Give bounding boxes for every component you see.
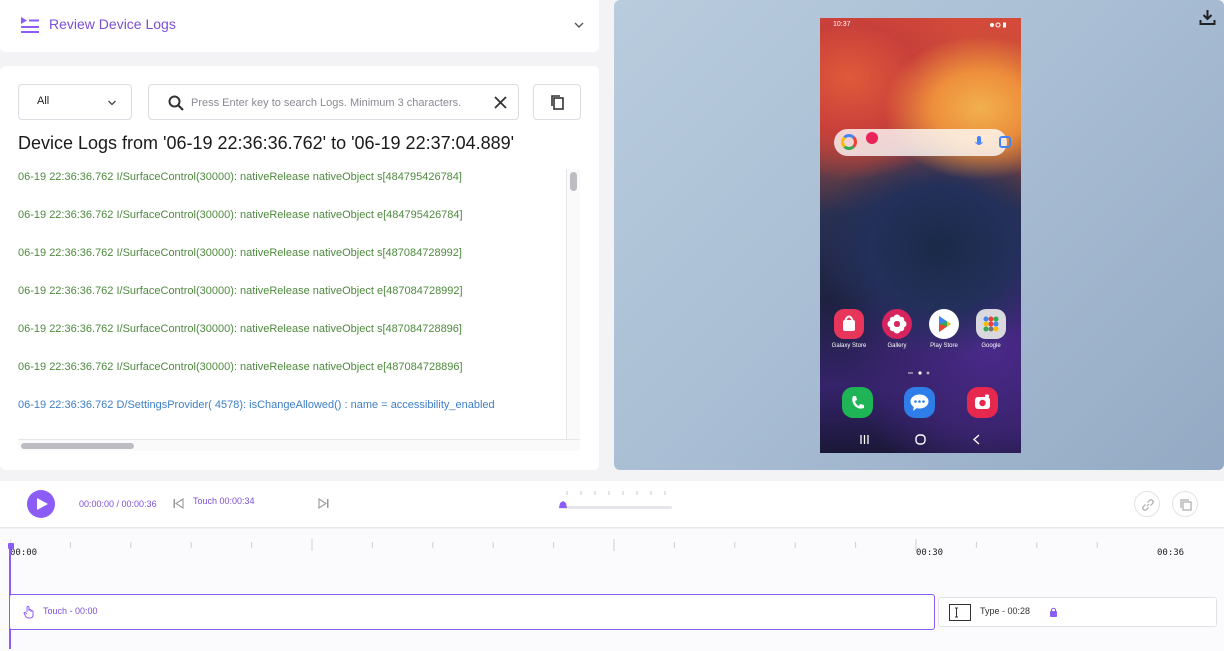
app-play-store[interactable]: Play Store — [926, 309, 962, 349]
copy-icon — [1180, 499, 1192, 511]
playback-bar: 00:00:00 / 00:00:36 Touch 00:00:34 — [0, 481, 1224, 528]
time-ruler: 00:00 00:30 00:36 — [9, 539, 1215, 561]
device-logs-panel: All Device Logs from '06-19 22:36:36.762… — [0, 66, 599, 470]
app-google-folder[interactable]: Google — [973, 309, 1009, 349]
vertical-scrollbar[interactable] — [566, 169, 580, 439]
event-timeline[interactable]: 00:00 00:30 00:36 Touch - 00:00 Type - 0… — [0, 529, 1224, 651]
time-label: 00:36 — [1157, 548, 1185, 558]
duplicate-button[interactable] — [1172, 491, 1198, 517]
playhead-handle[interactable] — [8, 543, 14, 549]
hand-pointer-icon — [23, 605, 34, 619]
panel-title: Review Device Logs — [49, 16, 176, 32]
log-line: 06-19 22:36:36.762 I/SurfaceControl(3000… — [18, 247, 462, 259]
app-label: Play Store — [930, 343, 958, 349]
log-list[interactable]: 06-19 22:36:36.762 I/SurfaceControl(3000… — [18, 171, 567, 439]
log-line: 06-19 22:36:36.762 D/SettingsProvider( 4… — [18, 399, 495, 411]
home-icon — [915, 434, 926, 445]
type-event-segment[interactable]: Type - 00:28 — [938, 597, 1217, 627]
chevron-down-icon[interactable] — [573, 19, 585, 31]
time-label: 00:30 — [916, 548, 944, 558]
log-line: 06-19 22:36:36.762 I/SurfaceControl(3000… — [18, 171, 462, 183]
recents-icon — [860, 435, 869, 444]
messages-icon[interactable] — [904, 387, 935, 418]
log-line: 06-19 22:36:36.762 I/SurfaceControl(3000… — [18, 323, 462, 335]
log-line: 06-19 22:36:36.762 I/SurfaceControl(3000… — [18, 361, 463, 373]
link-icon — [1142, 499, 1154, 511]
playback-scrubber[interactable] — [559, 489, 672, 513]
text-cursor-icon — [949, 604, 971, 621]
log-level-select[interactable]: All — [18, 84, 132, 120]
touch-event-segment[interactable]: Touch - 00:00 — [9, 594, 935, 630]
app-label: Galaxy Store — [831, 343, 867, 349]
play-store-icon — [929, 309, 959, 339]
download-icon[interactable] — [1199, 9, 1216, 26]
google-icon — [841, 134, 857, 150]
mic-icon[interactable] — [975, 136, 983, 148]
flower-icon — [882, 309, 912, 339]
playback-time: 00:00:00 / 00:00:36 — [79, 499, 157, 509]
battery-icon — [990, 22, 1006, 28]
log-line: 06-19 22:36:36.762 I/SurfaceControl(3000… — [18, 285, 463, 297]
app-gallery[interactable]: Gallery — [879, 309, 915, 349]
current-event-label: Touch 00:00:34 — [193, 496, 255, 506]
log-line: 06-19 22:36:36.762 I/SurfaceControl(3000… — [18, 209, 463, 221]
bag-icon — [834, 309, 864, 339]
previous-event-icon[interactable] — [173, 498, 184, 509]
google-folder-icon — [976, 309, 1006, 339]
play-icon — [37, 498, 48, 510]
android-nav-bar — [860, 434, 980, 445]
copy-link-button[interactable] — [1134, 491, 1160, 517]
horizontal-scrollbar[interactable] — [18, 439, 580, 451]
phone-icon[interactable] — [842, 387, 873, 418]
review-device-logs-header[interactable]: Review Device Logs — [0, 0, 599, 52]
copy-icon — [551, 95, 564, 110]
log-search-input[interactable] — [191, 93, 491, 113]
app-label: Gallery — [887, 343, 907, 349]
app-label: Google — [981, 343, 1001, 349]
logs-range-title: Device Logs from '06-19 22:36:36.762' to… — [18, 133, 515, 153]
touch-indicator — [866, 132, 878, 144]
ruler-ticks — [9, 539, 1098, 551]
lens-icon[interactable] — [999, 136, 1011, 148]
touch-event-label: Touch - 00:00 — [43, 606, 98, 616]
log-level-value: All — [37, 95, 50, 107]
time-label: 00:00 — [10, 548, 38, 558]
search-icon — [168, 95, 184, 111]
type-event-label: Type - 00:28 — [980, 606, 1031, 616]
chevron-down-icon — [108, 100, 116, 106]
device-screen[interactable]: 10:37 Galaxy Store Gallery Play Store Go… — [820, 18, 1021, 453]
play-button[interactable] — [27, 490, 55, 518]
log-search-box — [148, 84, 519, 120]
close-icon[interactable] — [493, 95, 508, 110]
next-event-icon[interactable] — [318, 498, 329, 509]
copy-logs-button[interactable] — [533, 84, 581, 120]
camera-icon[interactable] — [967, 387, 998, 418]
page-indicator — [908, 371, 930, 375]
list-icon — [21, 17, 39, 33]
status-time: 10:37 — [833, 21, 851, 28]
google-search-widget[interactable] — [834, 129, 1011, 156]
back-icon — [972, 434, 980, 445]
lock-icon — [1050, 607, 1057, 617]
app-galaxy-store[interactable]: Galaxy Store — [831, 309, 867, 349]
